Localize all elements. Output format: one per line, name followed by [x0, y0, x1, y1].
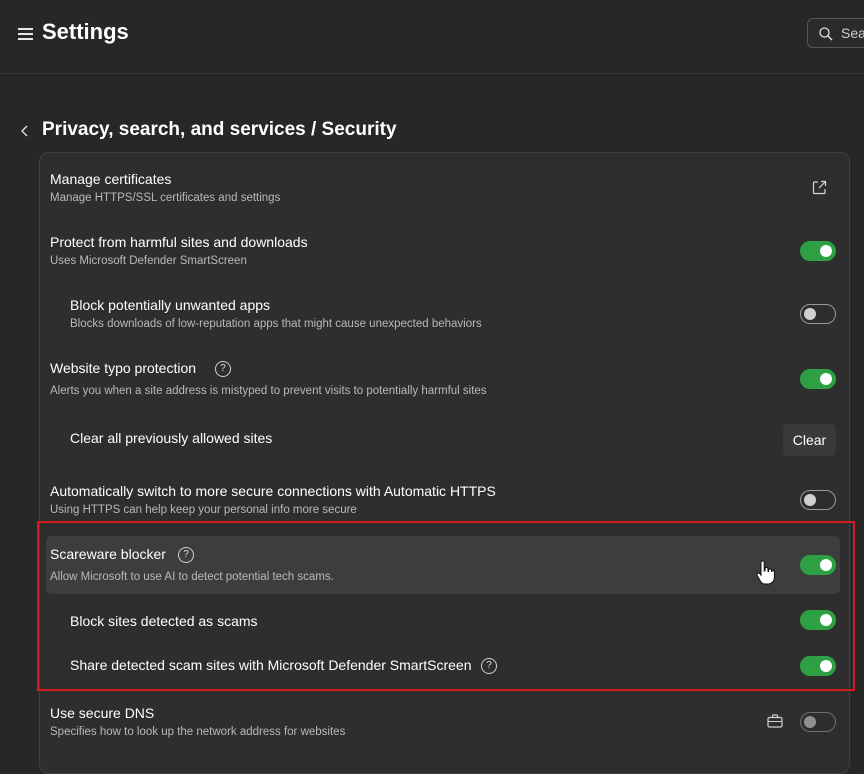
page-title: Settings — [42, 19, 129, 44]
search-box[interactable] — [807, 18, 864, 48]
briefcase-icon — [767, 714, 783, 728]
website-typo-protection-toggle[interactable] — [800, 369, 836, 389]
secure-dns-title: Use secure DNS — [50, 705, 155, 721]
secure-dns-toggle[interactable] — [800, 712, 836, 732]
breadcrumb: Privacy, search, and services / Security — [42, 119, 397, 140]
menu-icon[interactable] — [18, 27, 33, 41]
search-input[interactable] — [841, 24, 864, 42]
block-unwanted-apps-toggle[interactable] — [800, 304, 836, 324]
highlight-frame — [37, 521, 855, 691]
help-icon[interactable]: ? — [215, 361, 231, 377]
protect-harmful-sites-subtitle: Uses Microsoft Defender SmartScreen — [50, 255, 247, 267]
automatic-https-toggle[interactable] — [800, 490, 836, 510]
manage-certificates-subtitle: Manage HTTPS/SSL certificates and settin… — [50, 192, 281, 204]
search-icon — [819, 27, 833, 41]
automatic-https-subtitle: Using HTTPS can help keep your personal … — [50, 504, 357, 516]
website-typo-protection-title: Website typo protection — [50, 360, 197, 376]
protect-harmful-sites-title: Protect from harmful sites and downloads — [50, 234, 308, 250]
protect-harmful-sites-toggle[interactable] — [800, 241, 836, 261]
block-unwanted-apps-title: Block potentially unwanted apps — [70, 297, 271, 313]
website-typo-protection-subtitle: Alerts you when a site address is mistyp… — [50, 385, 487, 397]
external-link-icon[interactable] — [812, 180, 827, 195]
manage-certificates-title: Manage certificates — [50, 171, 172, 187]
block-unwanted-apps-subtitle: Blocks downloads of low-reputation apps … — [70, 318, 482, 330]
automatic-https-title: Automatically switch to more secure conn… — [50, 483, 496, 499]
clear-allowed-sites-title: Clear all previously allowed sites — [70, 430, 273, 446]
back-arrow-icon[interactable] — [17, 122, 33, 140]
top-bar: Settings — [0, 0, 864, 74]
secure-dns-subtitle: Specifies how to look up the network add… — [50, 726, 346, 738]
clear-button[interactable]: Clear — [783, 424, 836, 456]
